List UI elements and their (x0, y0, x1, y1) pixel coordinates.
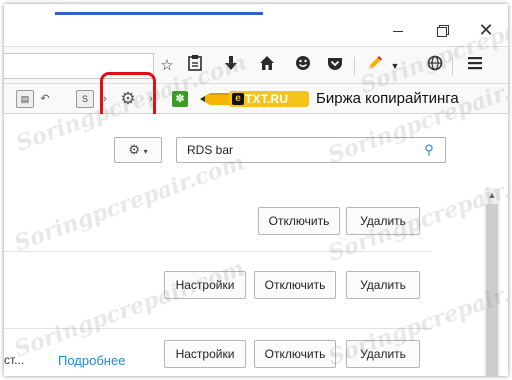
etxt-logo[interactable]: e TXT.RU (229, 91, 309, 107)
close-icon: ✕ (478, 20, 494, 40)
addon-description: ст... (4, 353, 25, 367)
pocket-icon[interactable] (324, 55, 346, 77)
pencil-icon[interactable] (364, 55, 386, 77)
minimize-icon (393, 30, 403, 32)
title-bar: ✕ (4, 4, 508, 46)
copywriting-exchange-label[interactable]: Биржа копирайтинга (316, 90, 459, 107)
overflow-icon[interactable]: › (142, 91, 160, 107)
disable-button[interactable]: Отключить (258, 207, 340, 235)
smiley-icon[interactable] (292, 55, 314, 77)
chevron-down-icon[interactable]: ▼ (384, 55, 406, 77)
close-button[interactable]: ✕ (464, 18, 508, 42)
toolbar-separator (452, 57, 453, 75)
addon-bar: ▤ ↶ S › ⚙ › ✽ e TXT.RU Биржа копирайтинг… (4, 72, 508, 122)
star-icon[interactable]: ☆ (156, 55, 178, 77)
tools-menu-button[interactable]: ⚙ ▾ (114, 137, 162, 163)
chevron-down-icon: ▾ (143, 147, 148, 156)
settings-button[interactable]: Настройки (164, 340, 246, 368)
extension-icon[interactable]: S (76, 90, 94, 108)
more-link[interactable]: Подробнее (58, 353, 125, 368)
settings-button[interactable]: Настройки (164, 271, 246, 299)
undo-icon[interactable]: ↶ (36, 91, 54, 107)
reading-list-icon[interactable] (184, 55, 206, 77)
window-controls: ✕ (376, 18, 508, 42)
home-icon[interactable] (256, 55, 278, 77)
disable-button[interactable]: Отключить (254, 340, 336, 368)
etxt-e-mark: e (232, 93, 244, 105)
minimize-button[interactable] (376, 18, 420, 42)
globe-icon[interactable] (424, 55, 446, 77)
row-divider (4, 251, 432, 252)
scroll-up-icon[interactable]: ▲ (484, 188, 500, 202)
toolbar-separator (354, 57, 355, 75)
extension-icon[interactable]: ▤ (16, 90, 34, 108)
search-value: RDS bar (187, 143, 234, 157)
download-icon[interactable] (220, 55, 242, 77)
navigation-toolbar: ☆ ▼ (4, 46, 508, 84)
remove-button[interactable]: Удалить (346, 207, 420, 235)
vertical-scrollbar[interactable]: ▲ (484, 188, 500, 376)
puzzle-icon[interactable]: ✽ (172, 91, 188, 107)
etxt-label: TXT.RU (245, 92, 289, 106)
restore-icon (437, 25, 449, 37)
search-input[interactable]: RDS bar ⚲ (176, 137, 446, 163)
restore-button[interactable] (420, 18, 464, 42)
addons-manager: ⚙ ▾ RDS bar ⚲ Отключить Удалить Настройк… (4, 114, 508, 376)
scroll-thumb[interactable] (486, 204, 498, 376)
remove-button[interactable]: Удалить (346, 271, 420, 299)
search-icon[interactable]: ⚲ (421, 142, 437, 158)
disable-button[interactable]: Отключить (254, 271, 336, 299)
row-divider (4, 328, 432, 329)
active-tab-indicator[interactable] (55, 12, 263, 15)
remove-button[interactable]: Удалить (346, 340, 420, 368)
menu-icon[interactable] (464, 55, 486, 77)
browser-window: ✕ ☆ ▼ ▤ ↶ S › ⚙ › ✽ e TXT.RU Биржа копир… (4, 4, 508, 376)
gear-icon: ⚙ (128, 142, 140, 157)
